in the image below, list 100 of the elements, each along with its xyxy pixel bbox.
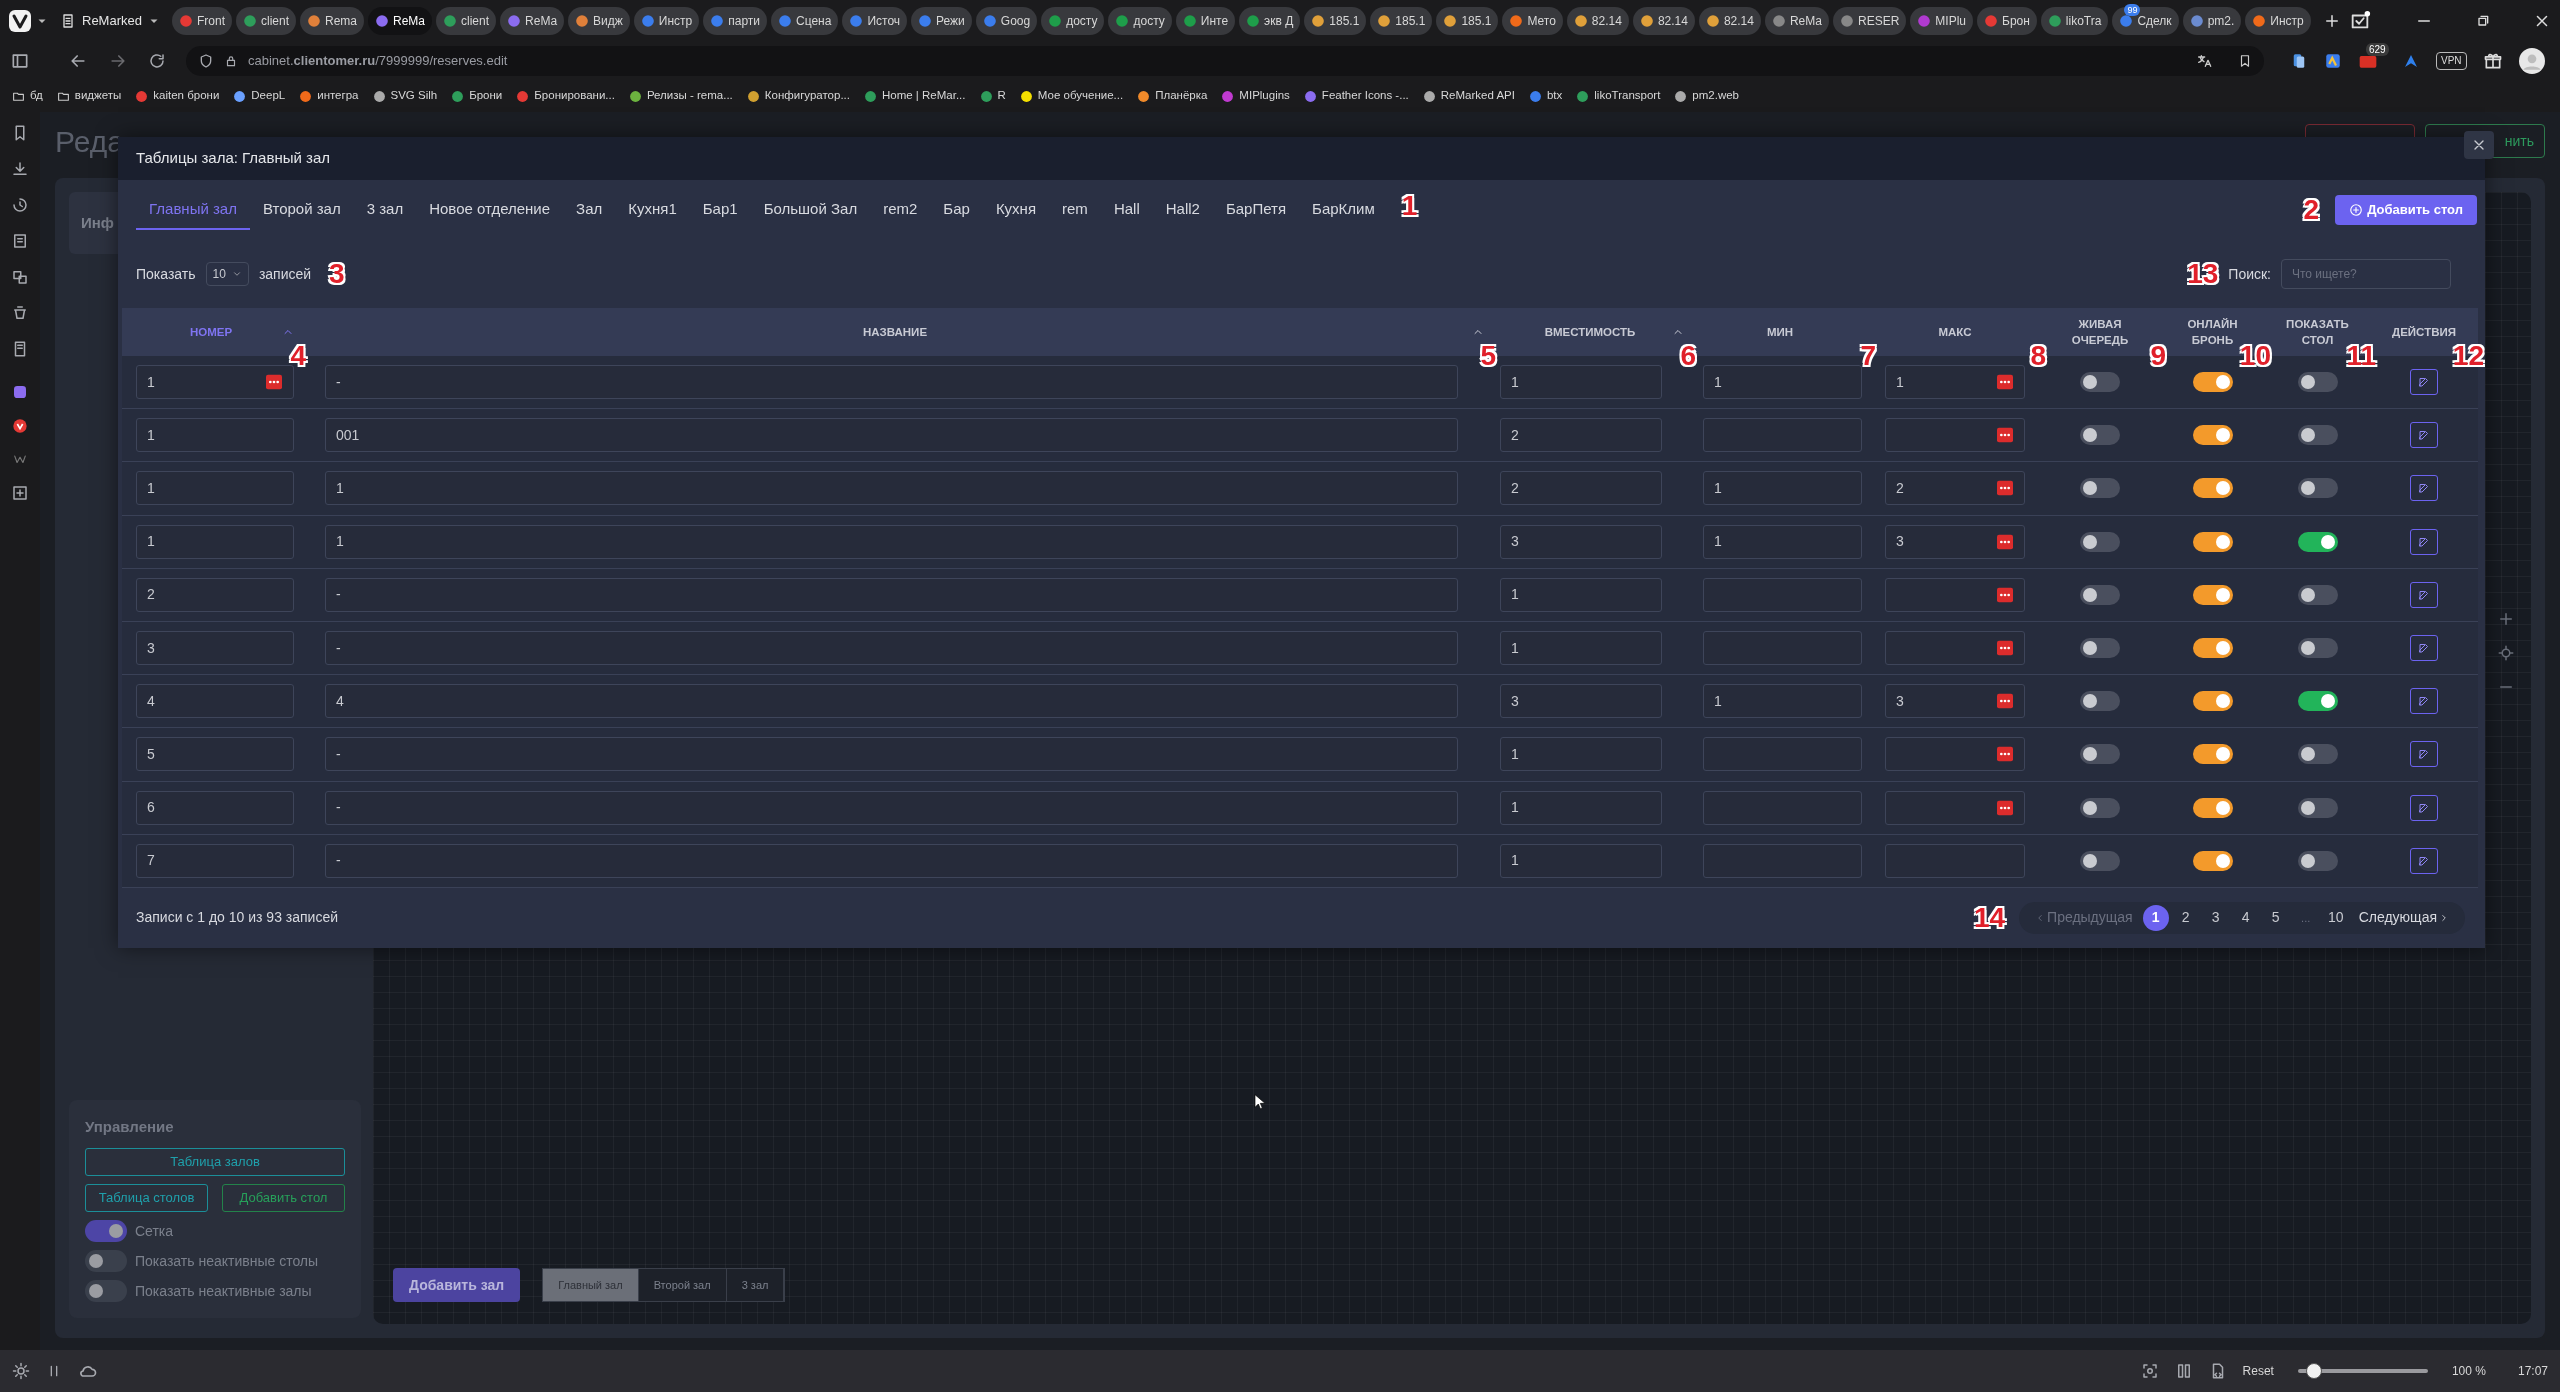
hall-tab[interactable]: Hall [1100, 190, 1153, 230]
hall-tab[interactable]: 3 зал [726, 1269, 785, 1301]
browser-tab[interactable]: Goog [975, 7, 1038, 35]
toggle-switch[interactable] [2297, 850, 2338, 871]
name-field[interactable]: 1 [325, 471, 1458, 506]
bookmark-item[interactable]: Бронировани... [516, 87, 615, 105]
min-field[interactable] [1703, 790, 1862, 825]
toggle-switch[interactable] [2297, 638, 2338, 659]
browser-tab[interactable]: 185.1 [1304, 7, 1367, 35]
browser-tab[interactable]: ReMa [368, 7, 433, 35]
close-button[interactable] [2464, 131, 2494, 159]
number-field[interactable]: 6 [136, 790, 294, 825]
browser-tab[interactable]: 82.14 [1566, 7, 1629, 35]
bookmark-item[interactable]: DeepL [233, 87, 286, 105]
bookmark-item[interactable]: pm2.web [1674, 87, 1739, 105]
max-field[interactable] [1885, 737, 2025, 772]
toggle-switch[interactable] [2080, 850, 2120, 871]
translate-icon[interactable] [2196, 53, 2212, 69]
min-field[interactable]: 1 [1703, 365, 1862, 400]
number-field[interactable]: 1 [136, 365, 294, 400]
toggle-switch[interactable] [85, 1250, 127, 1272]
hall-tab[interactable]: rem2 [870, 190, 931, 230]
toggle-switch[interactable] [2080, 478, 2120, 499]
toggle-switch[interactable] [2192, 478, 2233, 499]
toggle-switch[interactable] [2080, 638, 2120, 659]
max-field[interactable]: 1 [1885, 365, 2025, 400]
edit-button[interactable] [2410, 528, 2438, 555]
hall-tab[interactable]: Кухня [982, 190, 1050, 230]
reset-button[interactable]: Reset [2242, 1362, 2274, 1380]
browser-tab[interactable]: likoTra [2040, 7, 2109, 35]
add-hall-button[interactable]: Добавить зал [393, 1268, 521, 1302]
min-field[interactable]: 1 [1703, 471, 1862, 506]
name-field[interactable]: - [325, 737, 1458, 772]
vivaldi-icon[interactable] [12, 418, 28, 434]
toggle-switch[interactable] [2080, 691, 2120, 712]
bookmark-item[interactable]: likoTransport [1576, 87, 1661, 105]
browser-tab[interactable]: Инте [1175, 7, 1236, 35]
max-field[interactable] [1885, 418, 2025, 453]
history-icon[interactable] [11, 196, 29, 214]
max-field[interactable] [1885, 631, 2025, 666]
capacity-field[interactable]: 1 [1500, 790, 1662, 825]
toggle-switch[interactable] [2297, 478, 2338, 499]
max-field[interactable] [1885, 577, 2025, 612]
toggle-switch[interactable] [2297, 372, 2338, 393]
page-link[interactable]: 3 [2202, 904, 2229, 931]
toggle-switch[interactable] [85, 1220, 127, 1242]
search-field[interactable]: Что ищете? [2281, 259, 2451, 289]
settings-icon[interactable] [12, 1362, 30, 1380]
toggle-switch[interactable] [2080, 425, 2120, 446]
browser-tab[interactable]: 82.14 [1698, 7, 1761, 35]
extension-icon[interactable] [2324, 52, 2342, 70]
add-table-button[interactable]: Добавить стол [2335, 195, 2477, 225]
browser-tab[interactable]: ReMa [500, 7, 565, 35]
browser-tab[interactable]: Видж [568, 7, 630, 35]
max-field[interactable] [1885, 843, 2025, 878]
capacity-field[interactable]: 1 [1500, 631, 1662, 666]
min-field[interactable] [1703, 418, 1862, 453]
bookmark-item[interactable]: интегра [299, 87, 359, 105]
max-field[interactable] [1885, 790, 2025, 825]
number-field[interactable]: 7 [136, 843, 294, 878]
browser-tab[interactable]: Мето [1502, 7, 1563, 35]
number-field[interactable]: 1 [136, 524, 294, 559]
number-field[interactable]: 1 [136, 471, 294, 506]
hall-tab[interactable]: Второй зал [249, 190, 354, 230]
hall-tab[interactable]: Главный зал [136, 190, 250, 230]
max-field[interactable]: 3 [1885, 524, 2025, 559]
add-panel-icon[interactable] [11, 484, 29, 502]
hall-tab[interactable]: Кухня1 [615, 190, 690, 230]
zoom-in-icon[interactable] [2497, 610, 2515, 628]
bookmark-item[interactable]: Feather Icons -... [1303, 87, 1409, 105]
bookmark-item[interactable]: Планёрка [1137, 87, 1208, 105]
page-link[interactable]: 4 [2232, 904, 2259, 931]
bookmark-item[interactable]: Брони [451, 87, 503, 105]
bookmark-icon[interactable] [2238, 53, 2252, 69]
browser-tab[interactable]: досту [1041, 7, 1105, 35]
bookmark-item[interactable]: виджеты [56, 87, 122, 105]
capacity-field[interactable]: 1 [1500, 365, 1662, 400]
hall-tab[interactable]: Второй зал [638, 1269, 727, 1301]
toggle-switch[interactable] [85, 1280, 127, 1302]
bookmark-item[interactable]: R [979, 87, 1006, 105]
toggle-switch[interactable] [2192, 691, 2233, 712]
bookmark-item[interactable]: SVG Silh [372, 87, 438, 105]
reload-icon[interactable] [148, 52, 166, 70]
edit-button[interactable] [2410, 581, 2438, 608]
browser-tab[interactable]: RESER [1832, 7, 1907, 35]
toggle-switch[interactable] [2080, 744, 2120, 765]
name-field[interactable]: - [325, 577, 1458, 612]
browser-tab[interactable]: парти [703, 7, 767, 35]
page-link[interactable]: 5 [2262, 904, 2289, 931]
number-field[interactable]: 5 [136, 737, 294, 772]
action-button[interactable]: Таблица залов [85, 1148, 345, 1176]
toggle-switch[interactable] [2080, 797, 2120, 818]
bookmark-item[interactable]: ReMarked API [1422, 87, 1515, 105]
capacity-field[interactable]: 2 [1500, 418, 1662, 453]
browser-tab[interactable]: 185.1 [1436, 7, 1499, 35]
name-field[interactable]: - [325, 365, 1458, 400]
tab-group[interactable]: ReMarked [52, 6, 168, 36]
number-field[interactable]: 2 [136, 577, 294, 612]
hall-tab[interactable]: Hall2 [1152, 190, 1213, 230]
capacity-field[interactable]: 3 [1500, 684, 1662, 719]
